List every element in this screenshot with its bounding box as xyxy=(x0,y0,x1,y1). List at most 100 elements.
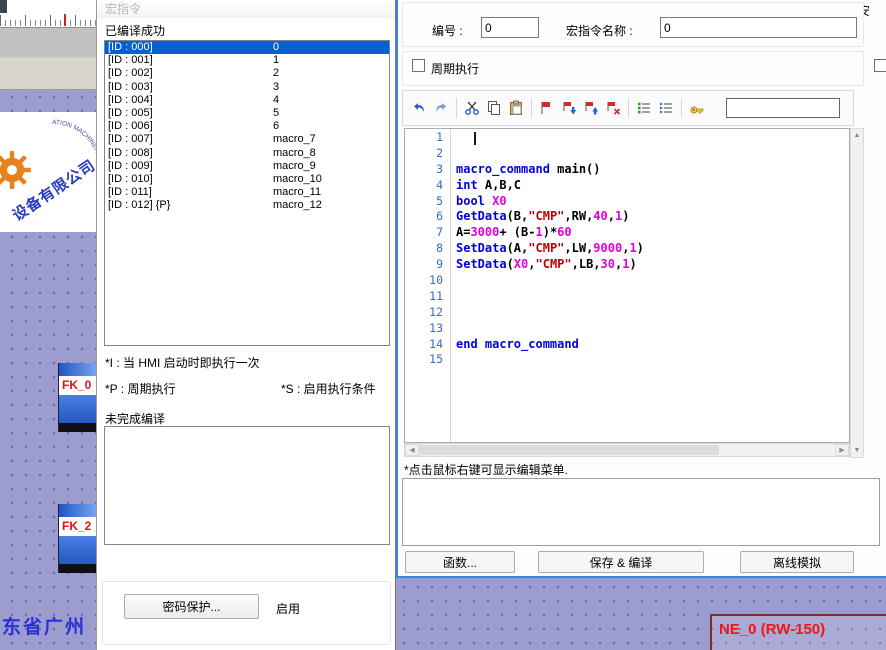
macro-name: macro_9 xyxy=(273,160,316,173)
macro-list-row[interactable]: [ID : 008]macro_8 xyxy=(105,147,389,160)
line-number: 13 xyxy=(405,321,450,337)
line-number: 11 xyxy=(405,289,450,305)
fk0-titlebar xyxy=(59,363,97,376)
offline-simulation-button[interactable]: 离线模拟 xyxy=(740,551,854,573)
macro-name: 0 xyxy=(273,41,279,54)
macro-list-row[interactable]: [ID : 003]3 xyxy=(105,81,389,94)
next-bookmark-icon[interactable] xyxy=(559,98,579,118)
compiled-status-label: 已编译成功 xyxy=(105,22,165,39)
scroll-right-arrow[interactable]: ▶ xyxy=(835,444,849,456)
macro-list-row[interactable]: [ID : 009]macro_9 xyxy=(105,160,389,173)
macro-list-dialog-title: 宏指令 xyxy=(97,0,395,18)
previous-bookmark-icon[interactable] xyxy=(581,98,601,118)
macro-id: [ID : 007] xyxy=(108,133,153,145)
code-line: bool X0 xyxy=(456,194,849,210)
macro-name: macro_7 xyxy=(273,133,316,146)
undo-icon[interactable] xyxy=(409,98,429,118)
fk2-window-widget[interactable]: FK_2 xyxy=(58,504,97,573)
macro-id: [ID : 005] xyxy=(108,107,153,119)
macro-id: [ID : 001] xyxy=(108,54,153,66)
function-list-icon[interactable] xyxy=(634,98,654,118)
editor-code-pane[interactable]: macro_command main()int A,B,Cbool X0GetD… xyxy=(451,129,849,442)
clear-bookmarks-icon[interactable] xyxy=(603,98,623,118)
code-line: A=3000+ (B-1)*60 xyxy=(456,225,849,241)
macro-name: 1 xyxy=(273,54,279,67)
macro-list-row[interactable]: [ID : 002]2 xyxy=(105,67,389,80)
text-caret xyxy=(474,132,476,145)
label-list-icon[interactable] xyxy=(656,98,676,118)
code-line: int A,B,C xyxy=(456,178,849,194)
code-line xyxy=(456,289,849,305)
macro-list-row[interactable]: [ID : 001] 1 xyxy=(105,54,389,67)
compile-output-box[interactable] xyxy=(402,478,880,546)
macro-list[interactable]: [ID : 000]0[ID : 001]1[ID : 002]2[ID : 0… xyxy=(104,40,390,346)
macro-list-row[interactable]: [ID : 004]4 xyxy=(105,94,389,107)
line-number: 8 xyxy=(405,241,450,257)
functions-button[interactable]: 函数... xyxy=(405,551,515,573)
macro-id: [ID : 012] {P} xyxy=(108,199,170,211)
fk0-body xyxy=(59,395,97,423)
screen: ATION MACHINERY CO.,LTD 设备有限公司 FK_0 FK_2… xyxy=(0,0,886,650)
macro-name: macro_10 xyxy=(273,173,322,186)
editor-panel-edge xyxy=(0,28,96,90)
save-compile-button[interactable]: 保存 & 编译 xyxy=(538,551,704,573)
toolbar-separator xyxy=(681,98,682,118)
macro-list-row[interactable]: [ID : 000] 0 xyxy=(105,41,389,54)
scroll-left-arrow[interactable]: ◀ xyxy=(405,444,419,456)
code-editor[interactable]: 123456789101112131415 macro_command main… xyxy=(404,128,850,443)
toggle-bookmark-icon[interactable] xyxy=(537,98,557,118)
fk2-footer xyxy=(59,564,97,573)
clipped-right-checkbox[interactable] xyxy=(874,59,886,72)
macro-list-row[interactable]: [ID : 005]5 xyxy=(105,107,389,120)
macro-list-row[interactable]: [ID : 012] {P}macro_12 xyxy=(105,199,389,212)
redo-icon[interactable] xyxy=(431,98,451,118)
macro-list-row[interactable]: [ID : 006]6 xyxy=(105,120,389,133)
marquee-text-widget[interactable]: 东省广州 xyxy=(2,612,86,639)
toolbar-search-input[interactable] xyxy=(726,98,840,118)
copy-icon[interactable] xyxy=(484,98,504,118)
fk2-label: FK_2 xyxy=(59,517,97,536)
macro-list-row[interactable]: [ID : 010]macro_10 xyxy=(105,173,389,186)
code-line: end macro_command xyxy=(456,337,849,353)
paste-icon[interactable] xyxy=(506,98,526,118)
company-logo: ATION MACHINERY CO.,LTD 设备有限公司 xyxy=(0,112,96,232)
macro-id: [ID : 002] xyxy=(108,67,153,79)
fk0-window-widget[interactable]: FK_0 xyxy=(58,363,97,432)
horizontal-scrollbar[interactable]: ◀ ▶ xyxy=(404,443,850,457)
fk0-footer xyxy=(59,423,97,432)
line-number: 3 xyxy=(405,162,450,178)
code-line xyxy=(456,146,849,162)
code-line xyxy=(456,273,849,289)
periodic-checkbox[interactable] xyxy=(412,59,425,72)
toolbar-separator xyxy=(456,98,457,118)
password-icon[interactable] xyxy=(687,98,707,118)
horizontal-scroll-thumb[interactable] xyxy=(419,445,719,455)
macro-name-input[interactable] xyxy=(660,17,857,38)
uncompiled-list[interactable] xyxy=(104,426,390,545)
ne0-numeric-widget[interactable]: NE_0 (RW-150) xyxy=(710,614,886,650)
scroll-down-arrow[interactable]: ▼ xyxy=(851,444,863,457)
editor-code-lines: macro_command main()int A,B,Cbool X0GetD… xyxy=(456,130,849,368)
scroll-up-arrow[interactable]: ▲ xyxy=(851,129,863,142)
ruler-corner xyxy=(0,0,7,13)
fk0-label: FK_0 xyxy=(59,376,97,395)
code-line: macro_command main() xyxy=(456,162,849,178)
line-number: 7 xyxy=(405,225,450,241)
macro-id-input[interactable] xyxy=(481,17,539,38)
password-protect-button[interactable]: 密码保护... xyxy=(124,594,259,619)
macro-list-row[interactable]: [ID : 007] macro_7 xyxy=(105,133,389,146)
macro-id: [ID : 008] xyxy=(108,147,153,159)
ruler-ticks-major xyxy=(0,15,96,26)
code-line xyxy=(456,305,849,321)
note-condition: *S : 启用执行条件 xyxy=(281,380,376,397)
line-number: 2 xyxy=(405,146,450,162)
macro-id: [ID : 006] xyxy=(108,120,153,132)
macro-id: [ID : 000] xyxy=(108,41,153,53)
line-number: 15 xyxy=(405,352,450,368)
macro-list-row[interactable]: [ID : 011]macro_11 xyxy=(105,186,389,199)
cut-icon[interactable] xyxy=(462,98,482,118)
vertical-scrollbar[interactable]: ▲ ▼ xyxy=(850,128,864,458)
code-line xyxy=(456,130,849,146)
periodic-checkbox-label: 周期执行 xyxy=(431,60,479,77)
line-number: 9 xyxy=(405,257,450,273)
